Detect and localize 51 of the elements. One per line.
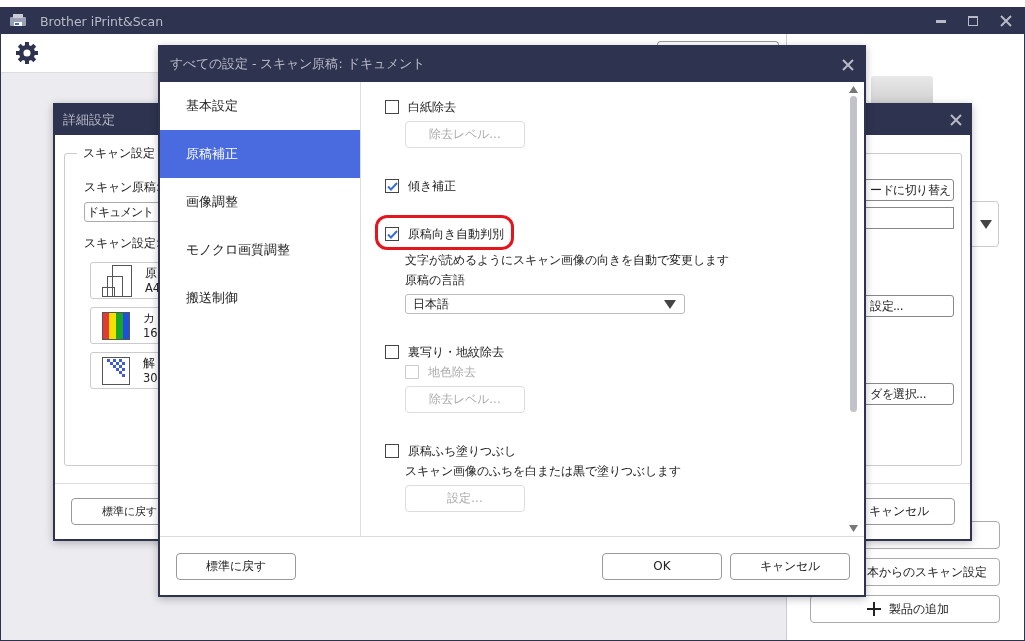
nav-item[interactable]: 基本設定 [160,82,360,130]
field-label: スキャン設定: [84,235,161,252]
description-text: 文字が読めるようにスキャン画像の向きを自動で変更します [405,252,729,269]
cancel-button[interactable]: キャンセル [730,552,850,580]
language-dropdown[interactable]: 日本語 [405,294,685,314]
check-icon [386,181,398,191]
description-text: スキャン画像のふちを白または黒で塗りつぶします [405,463,681,480]
scrollbar-thumb[interactable] [849,96,857,412]
checkbox-label: 白紙除去 [408,98,456,116]
description-text: 原稿の言語 [405,272,465,289]
tile-value: A4 [145,280,161,296]
maximize-icon[interactable] [968,16,978,26]
ok-button[interactable]: OK [602,552,722,580]
field-label: スキャン原稿: [84,179,161,196]
tile-title: 原 [145,265,158,281]
printer-image [871,76,933,106]
check-icon [386,229,398,239]
tile-title: カ [143,310,156,326]
color-bars-icon [102,311,130,340]
add-device-button[interactable]: 製品の追加 [810,595,1000,623]
caret-icon [980,219,992,229]
printer-icon [10,14,26,28]
tile-title: 解 [143,355,156,371]
dialog-title: すべての設定 - スキャン原稿: ドキュメント [170,56,425,73]
nav-item[interactable]: 原稿補正 [160,130,360,178]
resolution-icon [102,356,130,385]
dialog-title: 詳細設定 [63,111,115,129]
close-icon[interactable] [842,58,854,71]
group-title: スキャン設定 [77,145,161,162]
page-size-icon [102,264,132,297]
checkbox-label: 地色除去 [428,363,476,381]
checkbox-label: 原稿向き自動判別 [408,225,504,243]
close-icon[interactable] [1000,15,1012,27]
checkbox-label: 裏写り・地紋除去 [408,343,504,361]
checkbox[interactable] [385,345,399,359]
checkbox-label: 原稿ふち塗りつぶし [408,442,516,460]
checkbox-label: 傾き補正 [408,177,456,195]
minimize-icon[interactable] [936,19,946,23]
close-icon[interactable] [950,114,962,126]
plus-icon [867,602,881,616]
checkbox[interactable] [385,100,399,114]
tile-value: 16 [143,325,158,341]
checkbox[interactable] [385,444,399,458]
settings-icon[interactable] [16,42,38,64]
reset-button[interactable]: 標準に戻す [176,552,296,580]
window-title: Brother iPrint&Scan [40,13,164,29]
scroll-up-icon[interactable] [848,86,858,93]
tile-value: 30 [143,370,158,386]
checkbox[interactable] [385,179,399,193]
checkbox[interactable] [385,227,399,241]
caret-icon [664,299,676,309]
